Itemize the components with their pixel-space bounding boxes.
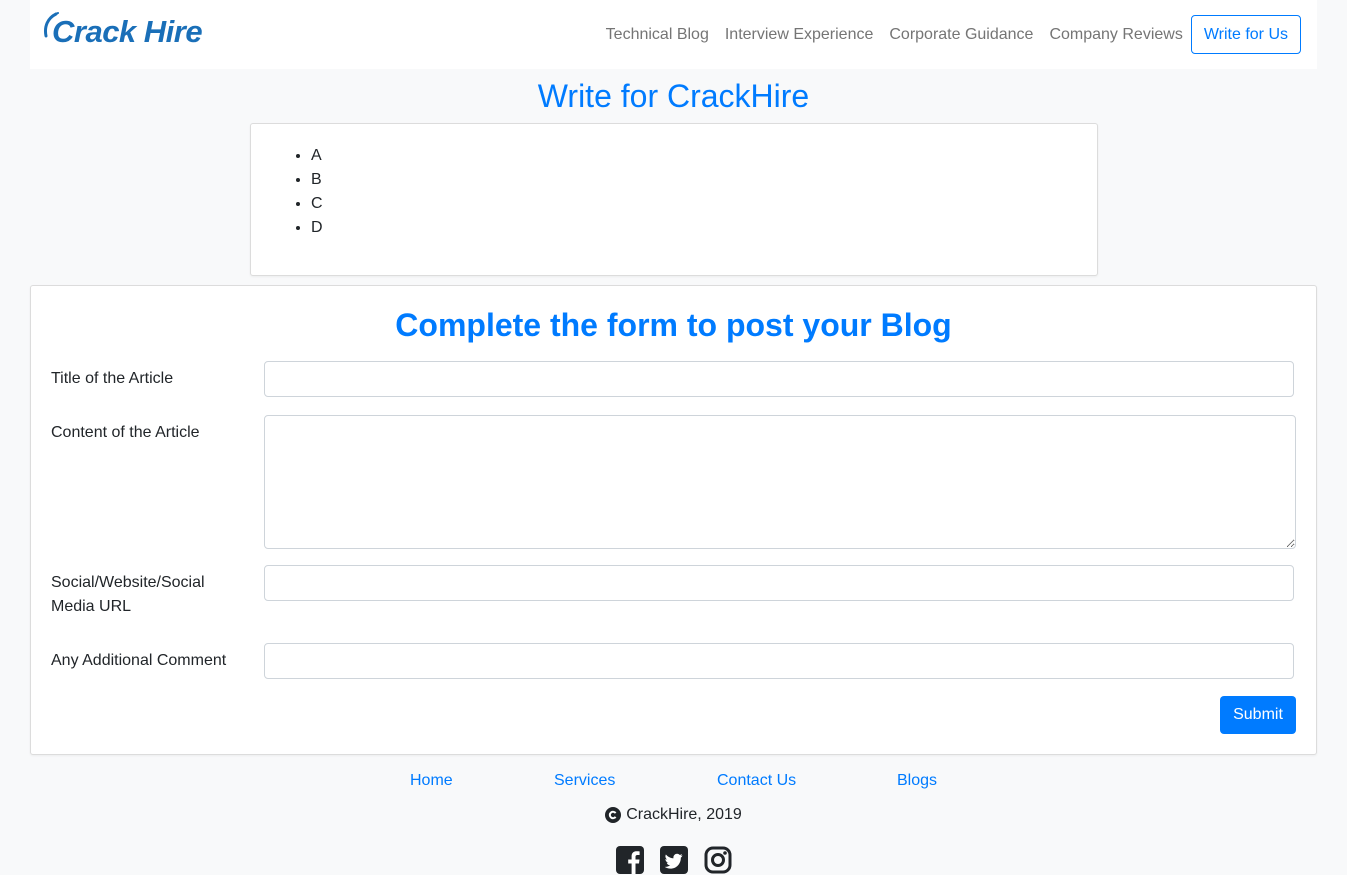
guideline-item: C	[311, 192, 1097, 216]
facebook-icon[interactable]	[615, 845, 645, 875]
nav-links: Technical Blog Interview Experience Corp…	[598, 15, 1301, 54]
brand-name: Crack Hire	[52, 14, 203, 49]
guidelines-list: A B C D	[251, 124, 1097, 240]
blog-form-card: Complete the form to post your Blog Titl…	[30, 285, 1317, 755]
url-label: Social/Website/Social Media URL	[51, 574, 205, 615]
twitter-icon[interactable]	[659, 845, 689, 875]
title-label: Title of the Article	[51, 370, 174, 387]
form-heading: Complete the form to post your Blog	[395, 307, 952, 343]
guidelines-card: A B C D	[250, 123, 1098, 276]
guideline-item: D	[311, 216, 1097, 240]
footer-link-home[interactable]: Home	[410, 772, 453, 790]
url-input[interactable]	[264, 565, 1294, 601]
footer-links: Home Services Contact Us Blogs	[0, 772, 1347, 794]
submit-button[interactable]: Submit	[1220, 696, 1296, 734]
content-textarea[interactable]	[264, 415, 1296, 549]
comment-label: Any Additional Comment	[51, 652, 227, 669]
nav-link-corporate-guidance[interactable]: Corporate Guidance	[881, 26, 1041, 44]
footer-link-contact-us[interactable]: Contact Us	[717, 772, 796, 790]
instagram-icon[interactable]	[703, 845, 733, 875]
footer-link-blogs[interactable]: Blogs	[897, 772, 937, 790]
copyright-icon	[605, 807, 622, 823]
title-input[interactable]	[264, 361, 1294, 397]
copyright-text: CrackHire, 2019	[626, 806, 742, 823]
brand-logo[interactable]: Crack Hire	[44, 12, 203, 52]
write-for-us-button[interactable]: Write for Us	[1190, 15, 1301, 54]
nav-link-interview-experience[interactable]: Interview Experience	[717, 26, 882, 44]
social-links	[0, 845, 1347, 875]
comment-input[interactable]	[264, 643, 1294, 679]
page-title: Write for CrackHire	[537, 78, 810, 114]
top-navbar: Crack Hire Technical Blog Interview Expe…	[30, 0, 1317, 69]
guideline-item: B	[311, 168, 1097, 192]
footer-link-services[interactable]: Services	[554, 772, 615, 790]
guideline-item: A	[311, 144, 1097, 168]
logo-swoosh-icon	[44, 12, 59, 38]
nav-link-technical-blog[interactable]: Technical Blog	[598, 26, 717, 44]
nav-link-company-reviews[interactable]: Company Reviews	[1041, 26, 1190, 44]
copyright: CrackHire, 2019	[0, 804, 1347, 826]
content-label: Content of the Article	[51, 424, 200, 441]
